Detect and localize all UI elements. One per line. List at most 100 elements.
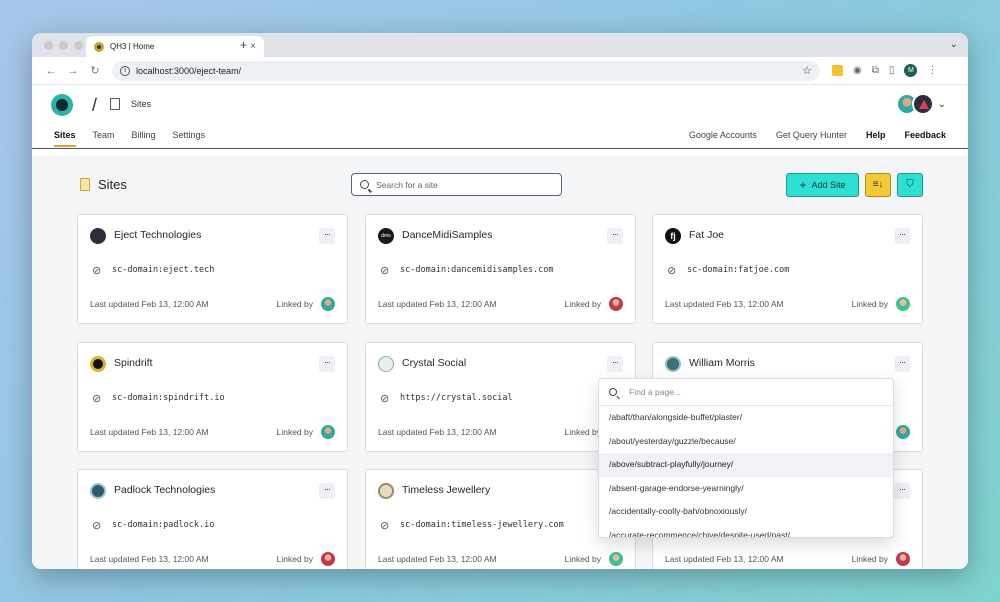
site-card[interactable]: Spindrift ··· ⊖ sc-domain:spindrift.io L… xyxy=(77,342,348,452)
sort-button[interactable]: ≡↓ xyxy=(865,173,891,197)
site-domain: sc-domain:dancemidisamples.com xyxy=(400,265,554,275)
site-card[interactable]: Eject Technologies ··· ⊖ sc-domain:eject… xyxy=(77,214,348,324)
favicon-icon xyxy=(94,41,104,52)
last-updated: Last updated Feb 13, 12:00 AM xyxy=(378,427,497,437)
more-options-icon[interactable]: ··· xyxy=(607,356,623,372)
more-options-icon[interactable]: ··· xyxy=(319,356,335,372)
extension-shield-icon[interactable]: ◉ xyxy=(853,65,862,76)
get-query-hunter-link[interactable]: Get Query Hunter xyxy=(776,130,847,140)
last-updated: Last updated Feb 13, 12:00 AM xyxy=(378,554,497,564)
page-option-highlighted[interactable]: /above/subtract-playfully/journey/ xyxy=(599,453,893,477)
forward-arrow-icon[interactable]: → xyxy=(62,65,84,77)
crystal-logo-icon xyxy=(378,356,394,372)
maximize-window-button[interactable] xyxy=(74,41,83,50)
profile-avatar[interactable]: M xyxy=(904,64,918,77)
filter-button[interactable]: ⛉ xyxy=(897,173,923,197)
link-icon: ⊖ xyxy=(377,263,393,279)
page-option[interactable]: /abaft/than/alongside-buffet/plaster/ xyxy=(599,406,893,430)
more-options-icon[interactable]: ··· xyxy=(319,483,335,499)
find-page-input[interactable]: Find a page... xyxy=(599,379,893,406)
site-name: DanceMidiSamples xyxy=(402,229,493,241)
linked-by-avatar xyxy=(609,297,623,311)
browser-menu-icon[interactable]: ⋮ xyxy=(927,65,937,76)
page-option[interactable]: /about/yesterday/guzzle/because/ xyxy=(599,430,893,454)
linked-by-label: Linked by xyxy=(276,554,313,564)
padlock-logo-icon xyxy=(90,483,106,499)
url-bar[interactable]: i localhost:3000/eject-team/ ☆ xyxy=(112,60,820,81)
help-link[interactable]: Help xyxy=(866,130,886,140)
close-window-button[interactable] xyxy=(44,41,53,50)
search-icon xyxy=(609,388,617,396)
page-option[interactable]: /absent-garage-endorse-yearningly/ xyxy=(599,477,893,501)
william-morris-logo-icon xyxy=(665,356,681,372)
more-options-icon[interactable]: ··· xyxy=(607,228,623,244)
tab-strip: QH3 | Home × + ⌄ xyxy=(32,33,968,57)
link-icon: ⊖ xyxy=(89,391,105,407)
link-icon: ⊖ xyxy=(89,518,105,534)
nav-left: Sites Team Billing Settings xyxy=(54,130,222,147)
site-info-icon[interactable]: i xyxy=(120,65,130,76)
reload-icon[interactable]: ↻ xyxy=(84,64,106,77)
linked-by-avatar xyxy=(321,552,335,566)
site-card[interactable]: dms DanceMidiSamples ··· ⊖ sc-domain:dan… xyxy=(365,214,636,324)
tab-sites[interactable]: Sites xyxy=(54,130,76,147)
linked-by-avatar xyxy=(896,297,910,311)
eject-logo-icon xyxy=(90,228,106,244)
page-option[interactable]: /accidentally-coolly-bah/obnoxiously/ xyxy=(599,500,893,524)
more-options-icon[interactable]: ··· xyxy=(319,228,335,244)
address-bar-row: ← → ↻ i localhost:3000/eject-team/ ☆ ◉ ⧉… xyxy=(32,57,968,85)
site-card[interactable]: fj Fat Joe ··· ⊖ sc-domain:fatjoe.com La… xyxy=(652,214,923,324)
spindrift-logo-icon xyxy=(90,356,106,372)
timeless-logo-icon xyxy=(378,483,394,499)
tab-settings[interactable]: Settings xyxy=(173,130,206,147)
window-controls xyxy=(44,41,83,50)
link-icon: ⊖ xyxy=(377,391,393,407)
site-name: Padlock Technologies xyxy=(114,484,216,496)
tab-team[interactable]: Team xyxy=(93,130,115,147)
app-logo-icon[interactable] xyxy=(51,94,73,116)
browser-tab[interactable]: QH3 | Home × xyxy=(86,36,264,57)
new-tab-button[interactable]: + xyxy=(240,38,247,52)
feedback-link[interactable]: Feedback xyxy=(904,130,946,140)
building-icon xyxy=(110,98,120,110)
back-arrow-icon[interactable]: ← xyxy=(40,65,62,77)
more-options-icon[interactable]: ··· xyxy=(894,356,910,372)
site-name: Spindrift xyxy=(114,357,153,369)
plus-icon: + xyxy=(799,178,807,192)
google-accounts-link[interactable]: Google Accounts xyxy=(689,130,757,140)
site-name: William Morris xyxy=(689,357,755,369)
link-icon: ⊖ xyxy=(377,518,393,534)
side-panel-icon[interactable]: ▯ xyxy=(889,65,895,76)
extensions-area: ◉ ⧉ ▯ M ⋮ xyxy=(832,64,937,77)
tab-billing[interactable]: Billing xyxy=(132,130,156,147)
site-name: Eject Technologies xyxy=(114,229,202,241)
extensions-puzzle-icon[interactable]: ⧉ xyxy=(872,65,879,76)
breadcrumb-current[interactable]: Sites xyxy=(131,99,151,109)
more-options-icon[interactable]: ··· xyxy=(894,228,910,244)
bookmark-star-icon[interactable]: ☆ xyxy=(802,64,812,77)
site-card[interactable]: Crystal Social ··· ⊖ https://crystal.soc… xyxy=(365,342,636,452)
linked-by-avatar xyxy=(896,425,910,439)
site-domain: sc-domain:padlock.io xyxy=(112,520,215,530)
more-options-icon[interactable]: ··· xyxy=(894,483,910,499)
site-domain: sc-domain:eject.tech xyxy=(112,265,215,275)
minimize-window-button[interactable] xyxy=(59,41,68,50)
add-site-button[interactable]: + Add Site xyxy=(786,173,859,197)
add-site-label: Add Site xyxy=(811,180,846,190)
site-name: Timeless Jewellery xyxy=(402,484,491,496)
linked-by-label: Linked by xyxy=(851,554,888,564)
last-updated: Last updated Feb 13, 12:00 AM xyxy=(90,299,209,309)
find-page-placeholder: Find a page... xyxy=(629,387,681,397)
chevron-down-icon[interactable]: ⌄ xyxy=(938,99,946,110)
tab-close-icon[interactable]: × xyxy=(250,41,256,52)
page-option[interactable]: /accurate-recommence/chive/despite-used/… xyxy=(599,524,893,538)
linked-by-avatar xyxy=(321,425,335,439)
extension-yellow-icon[interactable] xyxy=(832,65,843,76)
team-avatar xyxy=(911,93,934,115)
tab-search-chevron-icon[interactable]: ⌄ xyxy=(950,39,958,50)
site-search-input[interactable]: Search for a site xyxy=(351,173,562,196)
site-card[interactable]: Padlock Technologies ··· ⊖ sc-domain:pad… xyxy=(77,469,348,569)
team-switcher[interactable]: ⌄ xyxy=(895,93,946,115)
site-card[interactable]: Timeless Jewellery ··· ⊖ sc-domain:timel… xyxy=(365,469,636,569)
tab-title: QH3 | Home xyxy=(110,42,155,51)
